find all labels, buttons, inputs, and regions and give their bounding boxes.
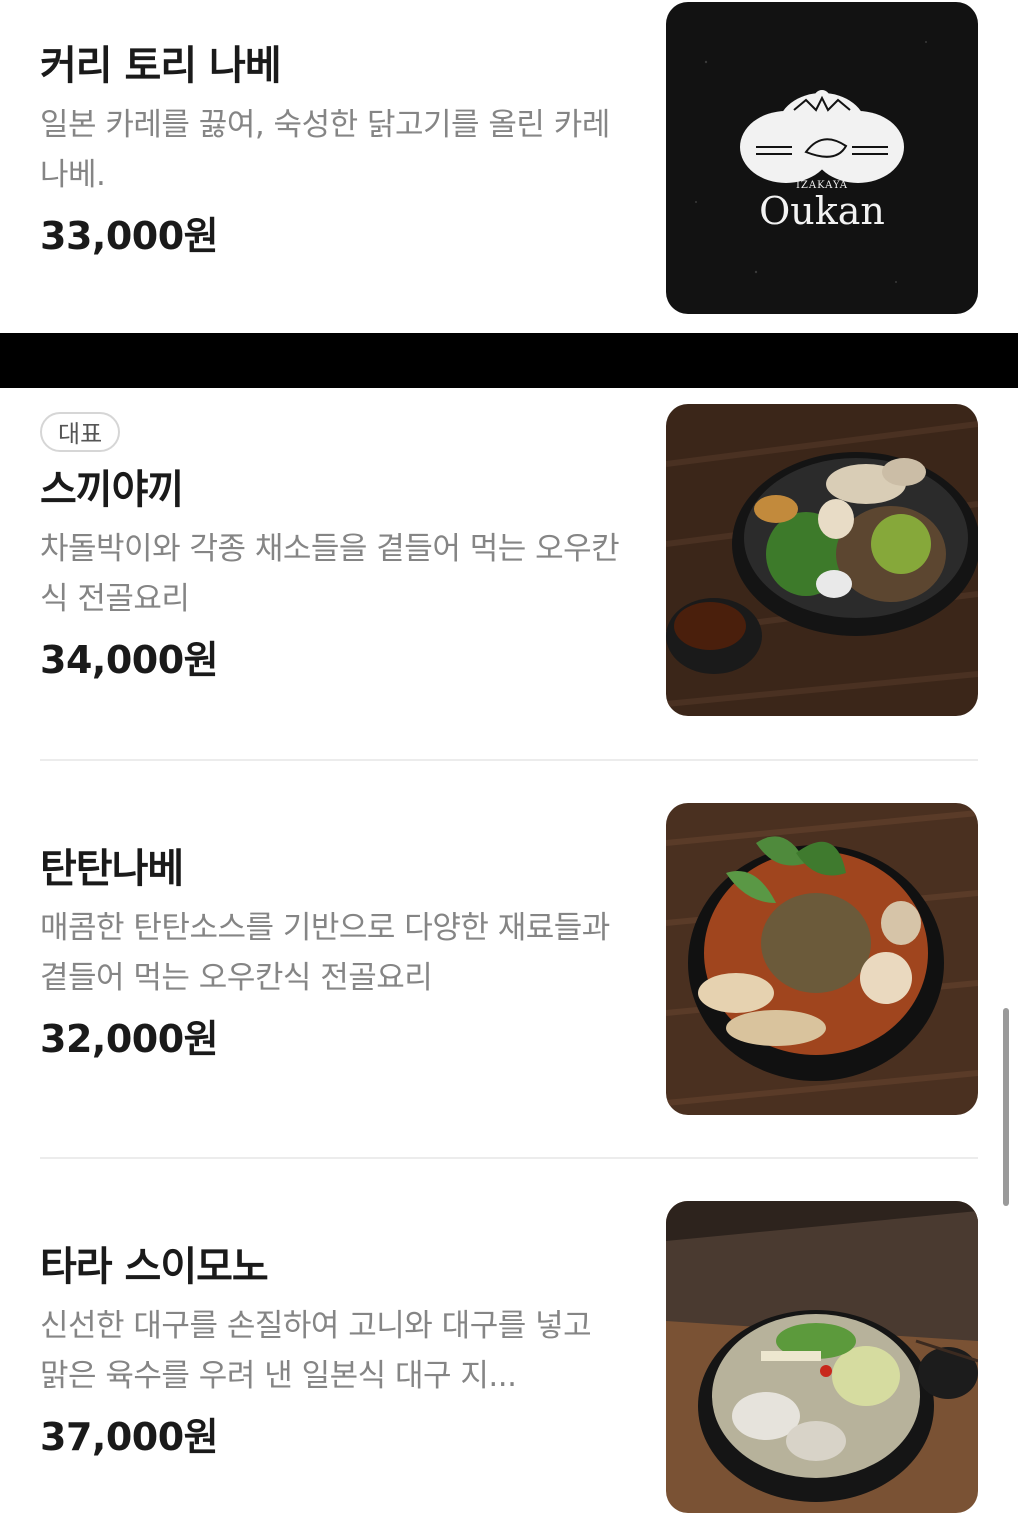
- menu-item-price: 32,000원: [40, 1017, 219, 1061]
- menu-item-description: 신선한 대구를 손질하여 고니와 대구를 넣고 맑은 육수를 우려 낸 일본식 …: [40, 1308, 592, 1394]
- menu-item-text: 타라 스이모노 신선한 대구를 손질하여 고니와 대구를 넣고 맑은 육수를 우…: [40, 1241, 620, 1463]
- menu-item-price: 37,000원: [40, 1415, 219, 1459]
- tara-suimono-photo: [666, 1201, 978, 1513]
- menu-item-sukiyaki[interactable]: 대표 스끼야끼 차돌박이와 각종 채소들을 곁들어 먹는 오우칸식 전골요리 3…: [0, 388, 1018, 760]
- oukan-logo: IZAKAYA Oukan: [666, 2, 978, 314]
- sukiyaki-photo: [666, 404, 978, 716]
- signature-badge: 대표: [40, 412, 121, 452]
- menu-item-text: 커리 토리 나베 일본 카레를 끓여, 숙성한 닭고기를 올린 카레 나베. 3…: [40, 40, 620, 262]
- menu-item-price: 34,000원: [40, 638, 219, 682]
- menu-item-description: 차돌박이와 각종 채소들을 곁들어 먹는 오우칸식 전골요리: [40, 531, 620, 617]
- menu-item-image-tantan-nabe[interactable]: [666, 803, 978, 1115]
- logo-brand-text: Oukan: [759, 189, 885, 233]
- menu-item-curry-tori-nabe[interactable]: 커리 토리 나베 일본 카레를 끓여, 숙성한 닭고기를 올린 카레 나베. 3…: [0, 0, 1018, 333]
- menu-item-name: 커리 토리 나베: [40, 43, 282, 89]
- menu-item-description: 일본 카레를 끓여, 숙성한 닭고기를 올린 카레 나베.: [40, 107, 610, 193]
- menu-item-price: 33,000원: [40, 214, 219, 258]
- menu-item-name: 탄탄나베: [40, 846, 184, 892]
- menu-item-name: 타라 스이모노: [40, 1244, 269, 1290]
- tantan-nabe-photo: [666, 803, 978, 1115]
- black-banner: [0, 333, 1018, 388]
- menu-item-text: 탄탄나베 매콤한 탄탄소스를 기반으로 다양한 재료들과 곁들어 먹는 오우칸식…: [40, 843, 620, 1065]
- menu-item-description: 매콤한 탄탄소스를 기반으로 다양한 재료들과 곁들어 먹는 오우칸식 전골요리: [40, 910, 610, 996]
- menu-item-image-oukan-logo[interactable]: IZAKAYA Oukan: [666, 2, 978, 314]
- menu-item-tantan-nabe[interactable]: 탄탄나베 매콤한 탄탄소스를 기반으로 다양한 재료들과 곁들어 먹는 오우칸식…: [0, 761, 1018, 1157]
- scrollbar-thumb[interactable]: [1003, 1008, 1009, 1206]
- menu-item-tara-suimono[interactable]: 타라 스이모노 신선한 대구를 손질하여 고니와 대구를 넣고 맑은 육수를 우…: [0, 1159, 1018, 1527]
- menu-item-name: 스끼야끼: [40, 467, 184, 513]
- menu-item-image-tara-suimono[interactable]: [666, 1201, 978, 1513]
- menu-item-text: 대표 스끼야끼 차돌박이와 각종 채소들을 곁들어 먹는 오우칸식 전골요리 3…: [40, 412, 620, 686]
- menu-item-image-sukiyaki[interactable]: [666, 404, 978, 716]
